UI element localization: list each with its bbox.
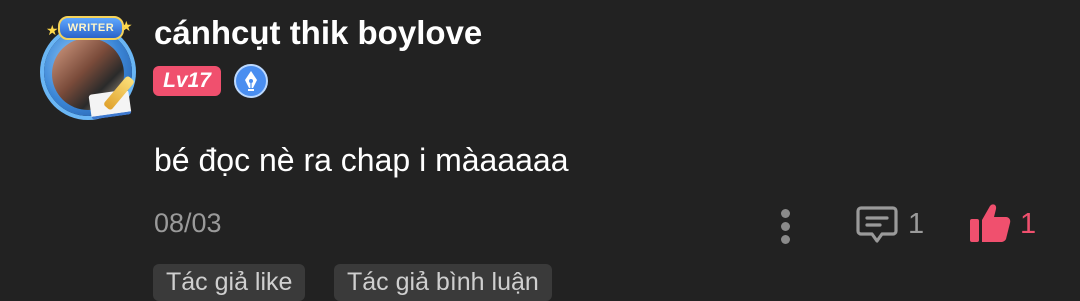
avatar-writer-banner: WRITER — [58, 16, 124, 40]
thumbs-up-icon — [970, 204, 1011, 242]
username[interactable]: cánhcụt thik boylove — [154, 14, 482, 52]
author-liked-tag: Tác giả like — [153, 264, 306, 301]
comment-icon — [856, 206, 898, 243]
author-replied-tag: Tác giả bình luận — [334, 264, 552, 301]
more-options-button[interactable] — [771, 206, 801, 246]
like-button[interactable]: 1 — [968, 202, 1048, 248]
dot — [781, 222, 790, 231]
like-count: 1 — [1020, 208, 1037, 240]
reply-button[interactable]: 1 — [856, 204, 926, 248]
dot — [781, 235, 790, 244]
fountain-pen-icon — [234, 64, 268, 98]
comment-date: 08/03 — [154, 208, 222, 238]
vertical-dots-icon — [781, 209, 790, 218]
star-icon: ★ — [46, 22, 59, 38]
avatar[interactable]: ★ ★ WRITER — [34, 14, 144, 120]
reply-count: 1 — [908, 208, 925, 240]
comment-card: ★ ★ WRITER cánhcụt thik boylove Lv17 bé … — [0, 0, 1080, 301]
comment-text: bé đọc nè ra chap i màaaaaa — [154, 142, 569, 178]
level-badge: Lv17 — [153, 66, 221, 96]
